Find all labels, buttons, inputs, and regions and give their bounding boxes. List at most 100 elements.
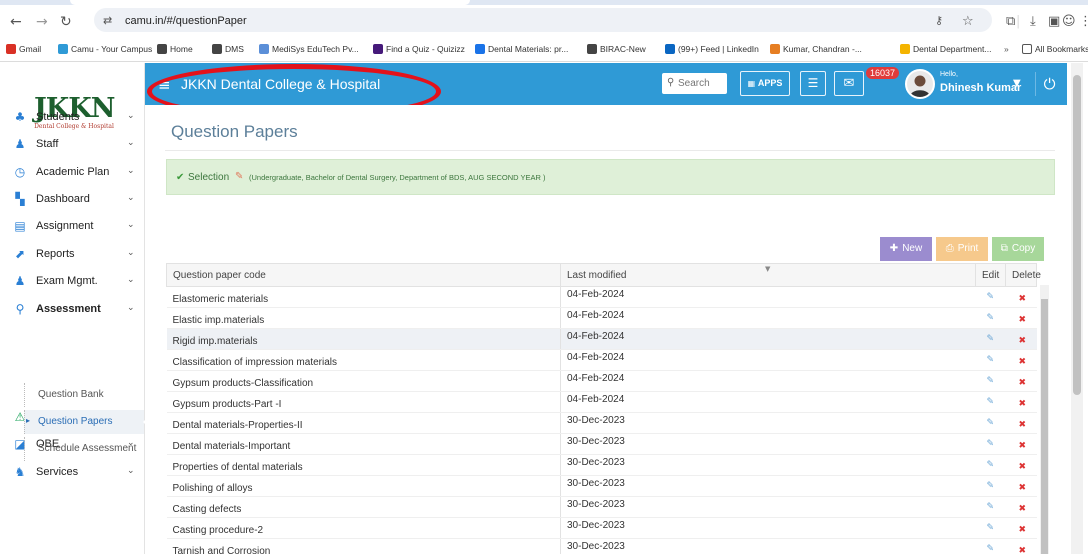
question-paper-code[interactable]: Gypsum products-Classification — [166, 370, 561, 392]
question-paper-code[interactable]: Elastomeric materials — [166, 286, 561, 308]
sidebar-item-reports[interactable]: ⬈ Reports ⌄ — [0, 241, 144, 268]
forward-icon[interactable]: → — [36, 14, 48, 30]
edit-icon[interactable]: ✎ — [975, 349, 1006, 371]
sidebar-item-dashboard[interactable]: ▚ Dashboard ⌄ — [0, 186, 144, 213]
delete-icon[interactable]: ✖ — [1005, 370, 1037, 392]
edit-icon[interactable]: ✎ — [975, 454, 1006, 476]
edit-icon[interactable]: ✎ — [975, 475, 1006, 497]
sidebar-item-academic-plan[interactable]: ◷ Academic Plan ⌄ — [0, 159, 144, 186]
table-row[interactable]: Elastomeric materials 04-Feb-2024 ✎ ✖ — [166, 286, 1037, 308]
sidebar-item-staff[interactable]: ♟ Staff ⌄ — [0, 131, 144, 158]
edit-icon[interactable]: ✎ — [975, 517, 1006, 539]
table-row[interactable]: Polishing of alloys 30-Dec-2023 ✎ ✖ — [166, 475, 1037, 497]
user-avatar[interactable] — [905, 69, 935, 99]
sidebar-subitem-schedule-assessment[interactable]: Schedule Assessment — [24, 437, 144, 461]
table-row[interactable]: Classification of impression materials 04… — [166, 349, 1037, 371]
edit-icon[interactable]: ✎ — [975, 496, 1006, 518]
search-box[interactable]: ⚲ — [662, 73, 727, 94]
table-row[interactable]: Tarnish and Corrosion 30-Dec-2023 ✎ ✖ — [166, 538, 1037, 554]
reload-icon[interactable]: ↻ — [60, 14, 72, 30]
user-name[interactable]: Dhinesh Kumar — [940, 82, 1021, 94]
edit-icon[interactable]: ✎ — [975, 307, 1006, 329]
question-paper-code[interactable]: Tarnish and Corrosion — [166, 538, 561, 554]
list-menu-icon[interactable]: ☰ — [800, 71, 826, 96]
delete-icon[interactable]: ✖ — [1005, 349, 1037, 371]
table-row[interactable]: Dental materials-Important 30-Dec-2023 ✎ ✖ — [166, 433, 1037, 455]
bookmark-item[interactable]: DMS — [212, 44, 244, 54]
copy-button[interactable]: ⧉ Copy — [992, 237, 1044, 261]
edit-selection-icon[interactable]: ✎ — [235, 171, 243, 182]
url-text[interactable]: camu.in/#/questionPaper — [125, 15, 247, 27]
sidebar-subitem-question-bank[interactable]: Question Bank — [24, 383, 144, 407]
table-scroll-thumb[interactable] — [1041, 299, 1048, 554]
all-bookmarks[interactable]: All Bookmarks — [1022, 44, 1088, 54]
bookmark-item[interactable]: Gmail — [6, 44, 41, 54]
table-row[interactable]: Casting defects 30-Dec-2023 ✎ ✖ — [166, 496, 1037, 518]
sidebar-subitem-question-papers[interactable]: Question Papers — [24, 410, 150, 434]
password-key-icon[interactable]: ⚷ — [935, 14, 943, 27]
sidebar-item-assignment[interactable]: ▤ Assignment ⌄ — [0, 213, 144, 240]
question-paper-code[interactable]: Properties of dental materials — [166, 454, 561, 476]
table-row[interactable]: Dental materials-Properties-II 30-Dec-202… — [166, 412, 1037, 434]
user-dropdown-icon[interactable]: ▼ — [1013, 78, 1021, 89]
sidebar-item-assessment[interactable]: ⚲ Assessment ⌄ — [0, 296, 144, 323]
bookmark-item[interactable]: Kumar, Chandran -... — [770, 44, 862, 54]
edit-icon[interactable]: ✎ — [975, 286, 1006, 308]
table-row[interactable]: Properties of dental materials 30-Dec-202… — [166, 454, 1037, 476]
col-header-code[interactable]: Question paper code — [166, 263, 561, 287]
delete-icon[interactable]: ✖ — [1005, 286, 1037, 308]
question-paper-code[interactable]: Dental materials-Properties-II — [166, 412, 561, 434]
delete-icon[interactable]: ✖ — [1005, 517, 1037, 539]
table-row[interactable]: Casting procedure-2 30-Dec-2023 ✎ ✖ — [166, 517, 1037, 539]
page-scroll-thumb[interactable] — [1073, 75, 1081, 395]
new-button[interactable]: ✚ New — [880, 237, 932, 261]
hamburger-menu-icon[interactable]: ≡ — [158, 76, 171, 94]
bookmark-item[interactable]: Dental Materials: pr... — [475, 44, 568, 54]
apps-button[interactable]: ▦ APPS — [740, 71, 790, 96]
question-paper-code[interactable]: Elastic imp.materials — [166, 307, 561, 329]
table-row[interactable]: Gypsum products-Classification 04-Feb-202… — [166, 370, 1037, 392]
delete-icon[interactable]: ✖ — [1005, 496, 1037, 518]
sort-desc-icon[interactable]: ▼ — [765, 265, 770, 273]
edit-icon[interactable]: ✎ — [975, 433, 1006, 455]
page-scrollbar[interactable] — [1071, 63, 1083, 554]
delete-icon[interactable]: ✖ — [1005, 475, 1037, 497]
table-row[interactable]: Gypsum products-Part -I 04-Feb-2024 ✎ ✖ — [166, 391, 1037, 413]
sidebar-item-exam-mgmt[interactable]: ♟ Exam Mgmt. ⌄ — [0, 268, 144, 295]
sidebar-item-services[interactable]: ♞ Services ⌄ — [0, 459, 144, 486]
table-row[interactable]: Elastic imp.materials 04-Feb-2024 ✎ ✖ — [166, 307, 1037, 329]
bookmark-item[interactable]: BIRAC-New — [587, 44, 646, 54]
delete-icon[interactable]: ✖ — [1005, 433, 1037, 455]
logout-power-icon[interactable]: ⏻ — [1035, 72, 1063, 96]
sidepanel-icon[interactable]: ▣ — [1048, 14, 1060, 29]
edit-icon[interactable]: ✎ — [975, 328, 1006, 350]
search-input[interactable] — [678, 76, 724, 90]
question-paper-code[interactable]: Classification of impression materials — [166, 349, 561, 371]
bookmark-item[interactable]: Home — [157, 44, 193, 54]
edit-icon[interactable]: ✎ — [975, 538, 1006, 554]
table-scrollbar[interactable] — [1040, 285, 1049, 554]
bookmark-item[interactable]: (99+) Feed | LinkedIn — [665, 44, 759, 54]
question-paper-code[interactable]: Polishing of alloys — [166, 475, 561, 497]
site-info-icon[interactable]: ⇄ — [103, 14, 112, 27]
edit-icon[interactable]: ✎ — [975, 412, 1006, 434]
delete-icon[interactable]: ✖ — [1005, 538, 1037, 554]
question-paper-code[interactable]: Casting defects — [166, 496, 561, 518]
profile-icon[interactable]: ☺ — [1062, 14, 1076, 29]
delete-icon[interactable]: ✖ — [1005, 307, 1037, 329]
question-paper-code[interactable]: Gypsum products-Part -I — [166, 391, 561, 413]
back-icon[interactable]: ← — [10, 14, 22, 30]
print-button[interactable]: ⎙ Print — [936, 237, 988, 261]
delete-icon[interactable]: ✖ — [1005, 391, 1037, 413]
mail-icon[interactable]: ✉ — [834, 71, 864, 96]
more-bookmarks-icon[interactable]: » — [1004, 44, 1009, 54]
menu-kebab-icon[interactable]: ⋮ — [1079, 14, 1088, 29]
delete-icon[interactable]: ✖ — [1005, 412, 1037, 434]
delete-icon[interactable]: ✖ — [1005, 328, 1037, 350]
edit-icon[interactable]: ✎ — [975, 391, 1006, 413]
download-icon[interactable]: ⤓ — [1030, 14, 1036, 29]
question-paper-code[interactable]: Rigid imp.materials — [166, 328, 561, 350]
delete-icon[interactable]: ✖ — [1005, 454, 1037, 476]
bookmark-item[interactable]: Camu - Your Campus — [58, 44, 152, 54]
bookmark-item[interactable]: MediSys EduTech Pv... — [259, 44, 359, 54]
